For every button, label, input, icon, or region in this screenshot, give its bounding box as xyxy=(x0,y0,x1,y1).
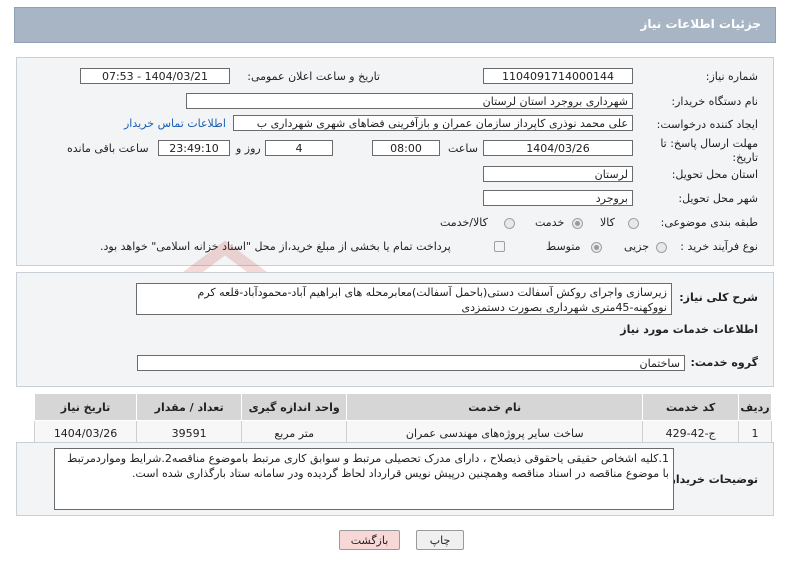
need-info-panel xyxy=(16,57,774,266)
description-label: شرح کلی نیاز: xyxy=(679,291,758,304)
announce-field[interactable]: 1404/03/21 - 07:53 xyxy=(80,68,230,84)
remaining-label: ساعت باقی مانده xyxy=(67,142,149,155)
announce-label: تاریخ و ساعت اعلان عمومی: xyxy=(247,70,380,83)
payment-note: پرداخت تمام یا بخشی از مبلغ خرید،از محل … xyxy=(100,240,451,253)
description-text[interactable]: زیرسازی واجرای روکش آسفالت دستی(باحمل آس… xyxy=(136,283,672,315)
category-label: طبقه بندی موضوعی: xyxy=(660,216,758,229)
category-option-goods-service: کالا/خدمت xyxy=(440,216,488,229)
table-header-row: ردیف کد خدمت نام خدمت واحد اندازه گیری ت… xyxy=(33,393,772,421)
category-radio-goods-service[interactable] xyxy=(504,218,515,229)
service-group-label: گروه خدمت: xyxy=(690,356,758,369)
province-field[interactable]: لرستان xyxy=(483,166,633,182)
page-title: جزئیات اطلاعات نیاز xyxy=(640,17,761,31)
city-field[interactable]: بروجرد xyxy=(483,190,633,206)
days-field[interactable]: 4 xyxy=(265,140,333,156)
buyer-org-label: نام دستگاه خریدار: xyxy=(671,95,758,108)
city-label: شهر محل تحویل: xyxy=(678,192,758,205)
payment-checkbox[interactable] xyxy=(494,241,505,252)
category-option-goods: کالا xyxy=(600,216,615,229)
need-number-field[interactable]: 1104091714000144 xyxy=(483,68,633,84)
service-group-field[interactable]: ساختمان xyxy=(137,355,685,371)
col-code: کد خدمت xyxy=(642,393,740,421)
deadline-label-date: تاریخ: xyxy=(732,151,758,164)
remaining-time-field[interactable]: 23:49:10 xyxy=(158,140,230,156)
col-row: ردیف xyxy=(738,393,772,421)
category-option-service: خدمت xyxy=(535,216,565,229)
contact-buyer-link[interactable]: اطلاعات تماس خریدار xyxy=(124,117,226,130)
services-section-title: اطلاعات خدمات مورد نیاز xyxy=(620,323,758,336)
creator-label: ایجاد کننده درخواست: xyxy=(656,118,758,131)
creator-field[interactable]: علی محمد نوذری کاپرداز سازمان عمران و با… xyxy=(233,115,633,131)
buyer-notes-label: توضیحات خریدار: xyxy=(665,473,758,486)
process-option-medium: متوسط xyxy=(546,240,581,253)
deadline-time-field[interactable]: 08:00 xyxy=(372,140,440,156)
process-radio-minor[interactable] xyxy=(656,242,667,253)
page-header: جزئیات اطلاعات نیاز xyxy=(14,7,776,43)
buyer-org-field[interactable]: شهرداری بروجرد استان لرستان xyxy=(186,93,633,109)
deadline-time-label: ساعت xyxy=(448,142,478,155)
print-button[interactable]: چاپ xyxy=(416,530,464,550)
col-unit: واحد اندازه گیری xyxy=(241,393,348,421)
services-table: ردیف کد خدمت نام خدمت واحد اندازه گیری ت… xyxy=(33,393,772,446)
col-qty: تعداد / مقدار xyxy=(136,393,243,421)
buyer-notes-text[interactable]: 1.کلیه اشخاص حقیقی یاحقوقی ذیصلاح ، دارا… xyxy=(54,448,674,510)
need-number-label: شماره نیاز: xyxy=(705,70,758,83)
category-radio-service[interactable] xyxy=(572,218,583,229)
category-radio-goods[interactable] xyxy=(628,218,639,229)
back-button[interactable]: بازگشت xyxy=(339,530,400,550)
province-label: استان محل تحویل: xyxy=(671,168,758,181)
days-label: روز و xyxy=(236,142,261,155)
process-label: نوع فرآیند خرید : xyxy=(680,240,758,253)
process-option-minor: جزیی xyxy=(624,240,650,253)
col-name: نام خدمت xyxy=(346,393,644,421)
deadline-date-field[interactable]: 1404/03/26 xyxy=(483,140,633,156)
deadline-label: مهلت ارسال پاسخ: تا xyxy=(660,137,758,150)
process-radio-medium[interactable] xyxy=(591,242,602,253)
col-date: تاریخ نیاز xyxy=(33,393,138,421)
